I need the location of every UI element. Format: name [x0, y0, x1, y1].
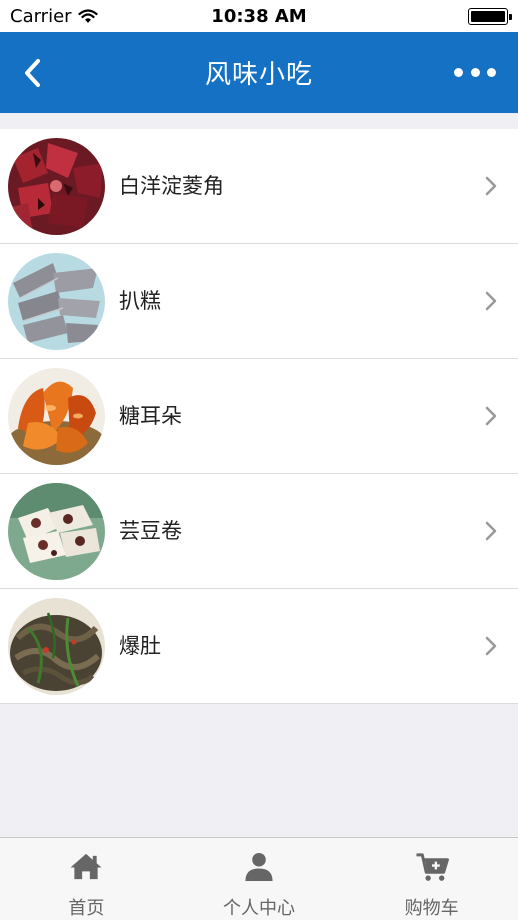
chevron-right-icon [485, 636, 497, 656]
status-bar: Carrier 10:38 AM [0, 0, 518, 32]
tab-label: 首页 [68, 898, 105, 919]
item-thumbnail [8, 368, 105, 465]
chevron-right-icon [485, 176, 497, 196]
nav-bar: 风味小吃 [0, 32, 518, 113]
glazed-pastry-image [8, 368, 105, 465]
cart-icon [416, 853, 449, 881]
tab-profile[interactable]: 个人中心 [173, 838, 346, 920]
status-left: Carrier [10, 6, 98, 27]
battery-fill [471, 10, 505, 22]
wifi-icon [77, 8, 98, 23]
item-label: 糖耳朵 [119, 404, 182, 428]
chevron-left-icon [25, 59, 40, 87]
more-dot [470, 67, 480, 77]
chevron-right-icon [485, 406, 497, 426]
tripe-image [8, 598, 105, 695]
list-item[interactable]: 芸豆卷 [0, 474, 518, 589]
item-thumbnail [8, 483, 105, 580]
back-button[interactable] [20, 56, 46, 90]
tab-bar: 首页 个人中心 购物车 [0, 837, 518, 920]
user-icon [245, 852, 273, 882]
page-title: 风味小吃 [204, 60, 313, 90]
chevron-right-icon [485, 521, 497, 541]
item-label: 爆肚 [119, 634, 161, 658]
tab-label: 购物车 [404, 898, 459, 919]
more-dot [454, 67, 463, 77]
item-label: 芸豆卷 [119, 519, 182, 543]
item-thumbnail [8, 253, 105, 350]
caltrop-image [8, 138, 105, 235]
snack-list: 白洋淀菱角 扒糕 糖耳朵 芸豆卷 爆肚 [0, 129, 518, 704]
list-item[interactable]: 白洋淀菱角 [0, 129, 518, 244]
item-thumbnail [8, 138, 105, 235]
buckwheat-cake-image [8, 253, 105, 350]
more-button[interactable] [454, 60, 496, 84]
tab-home[interactable]: 首页 [0, 838, 173, 920]
tab-label: 个人中心 [223, 898, 295, 919]
list-item[interactable]: 扒糕 [0, 244, 518, 359]
bean-roll-image [8, 483, 105, 580]
item-thumbnail [8, 598, 105, 695]
home-icon [70, 853, 102, 880]
list-item[interactable]: 爆肚 [0, 589, 518, 704]
chevron-right-icon [485, 291, 497, 311]
more-dot [487, 67, 496, 77]
item-label: 扒糕 [119, 289, 161, 313]
carrier-name: Carrier [10, 5, 72, 27]
list-item[interactable]: 糖耳朵 [0, 359, 518, 474]
tab-cart[interactable]: 购物车 [345, 838, 518, 920]
item-label: 白洋淀菱角 [119, 174, 224, 198]
battery-icon [468, 7, 512, 25]
